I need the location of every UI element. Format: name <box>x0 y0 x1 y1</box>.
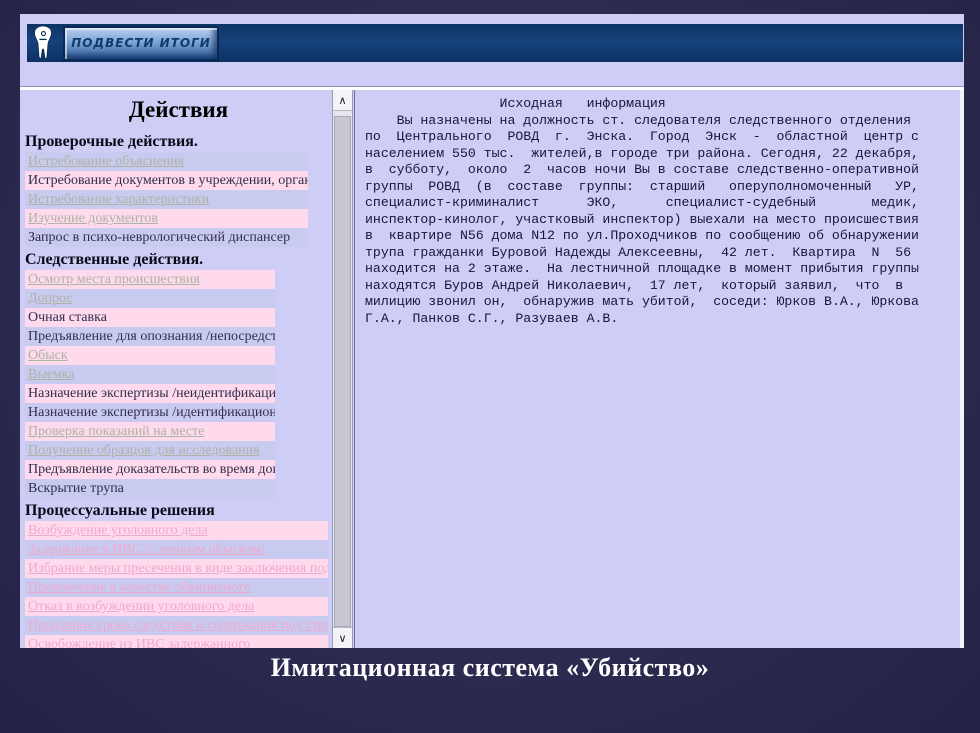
actions-panel: Действия Проверочные действия.Истребован… <box>25 90 332 648</box>
action-item[interactable]: Очная ставка <box>25 308 275 327</box>
action-item[interactable]: Изучение документов <box>25 209 308 228</box>
system-caption: Имитационная система «Убийство» <box>0 653 980 683</box>
action-item[interactable]: Истребование документов в учреждении, ор… <box>25 171 308 190</box>
action-item[interactable]: Продление срока следствия и содержания п… <box>25 616 328 635</box>
action-item[interactable]: Возбуждение уголовного дела <box>25 521 328 540</box>
scroll-up-icon[interactable]: ∧ <box>333 90 352 111</box>
panels-area: Действия Проверочные действия.Истребован… <box>20 90 964 648</box>
action-item[interactable]: Предъявление доказательств во время допр… <box>25 460 275 479</box>
action-item[interactable]: Вскрытие трупа <box>25 479 275 498</box>
scroll-down-icon[interactable]: ∨ <box>333 627 352 648</box>
section-header: Следственные действия. <box>25 251 332 269</box>
app-window: ПОДВЕСТИ ИТОГИ Действия Проверочные дейс… <box>20 14 964 648</box>
action-item[interactable]: Отказ в возбуждении уголовного дела <box>25 597 328 616</box>
action-item[interactable]: Осмотр места происшествия <box>25 270 275 289</box>
action-item[interactable]: Назначение экспертизы /неидентификационн… <box>25 384 275 403</box>
action-item[interactable]: Проверка показаний на месте <box>25 422 275 441</box>
actions-panel-title: Действия <box>25 97 332 123</box>
info-text: Исходная информация Вы назначены на долж… <box>365 96 960 327</box>
action-item[interactable]: Предъявление для опознания /непосредстве… <box>25 327 275 346</box>
info-panel: Исходная информация Вы назначены на долж… <box>354 90 960 648</box>
screen-background: ПОДВЕСТИ ИТОГИ Действия Проверочные дейс… <box>0 0 980 733</box>
tooth-icon <box>29 24 57 62</box>
section-header: Процессуальные решения <box>25 502 332 520</box>
action-item[interactable]: Обыск <box>25 346 275 365</box>
summarize-button[interactable]: ПОДВЕСТИ ИТОГИ <box>63 26 219 61</box>
action-item[interactable]: Избрание меры пресечения в виде заключен… <box>25 559 328 578</box>
actions-scrollbar[interactable]: ∧ ∨ <box>332 90 353 648</box>
action-item[interactable]: Получение образцов для исследования <box>25 441 275 460</box>
action-item[interactable]: Назначение экспертизы /идентификационной… <box>25 403 275 422</box>
action-item[interactable]: Допрос <box>25 289 275 308</box>
action-item[interactable]: Истребование характеристики <box>25 190 308 209</box>
section-header: Проверочные действия. <box>25 133 332 151</box>
action-item[interactable]: Запрос в психо-неврологический диспансер <box>25 228 308 247</box>
action-item[interactable]: Задержание в ИВС /с личным обыском/ <box>25 540 328 559</box>
action-item[interactable]: Освобождение из ИВС задержанного <box>25 635 328 648</box>
actions-sections: Проверочные действия.Истребование объясн… <box>25 133 332 648</box>
scrollbar-thumb[interactable] <box>334 116 351 627</box>
action-item[interactable]: Привлечение в качестве обвиняемого <box>25 578 328 597</box>
top-banner: ПОДВЕСТИ ИТОГИ <box>27 24 963 62</box>
window-right-edge <box>960 90 964 648</box>
action-item[interactable]: Истребование объяснения <box>25 152 308 171</box>
action-item[interactable]: Выемка <box>25 365 275 384</box>
